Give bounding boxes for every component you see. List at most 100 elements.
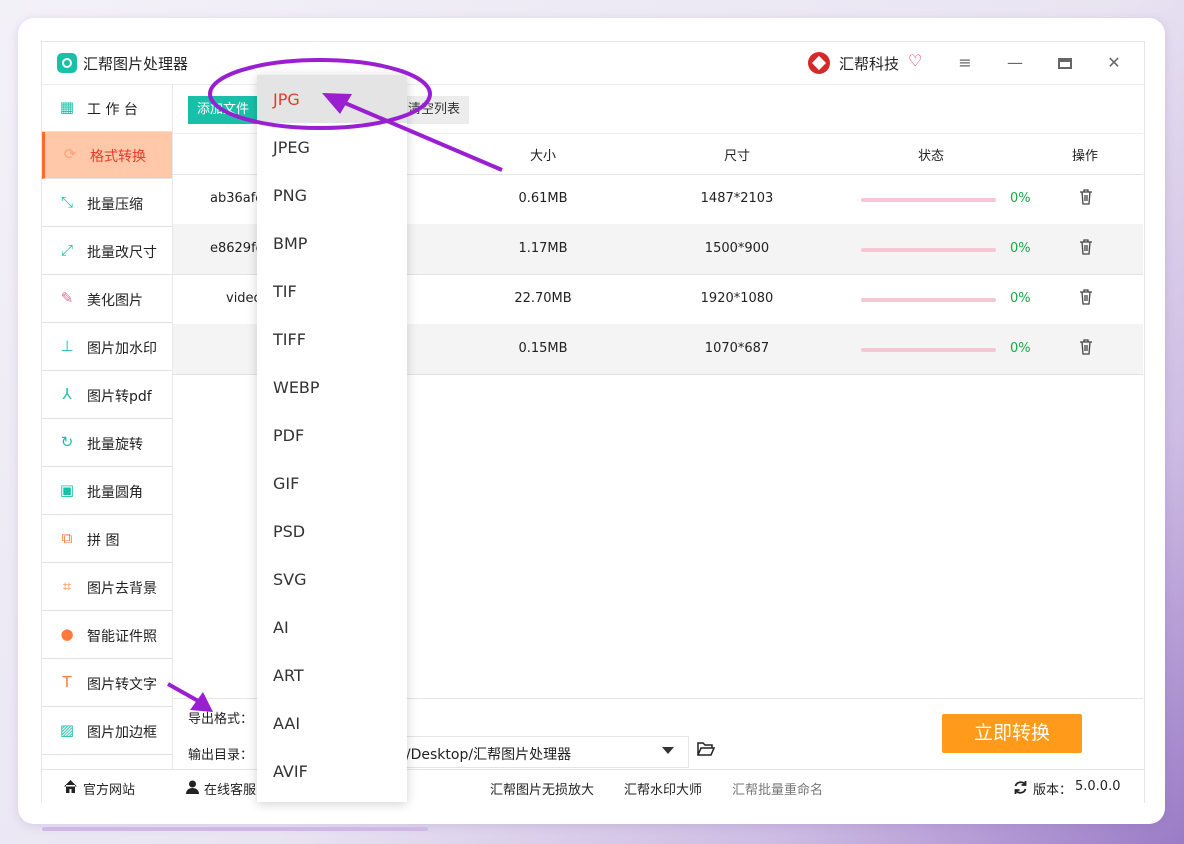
convert-icon: ⟳ (63, 145, 77, 163)
format-option-label: BMP (273, 234, 308, 253)
format-option-bmp[interactable]: BMP (257, 219, 407, 267)
sidebar-item-label: 图片转文字 (87, 677, 157, 693)
file-dimensions: 1487*2103 (700, 191, 774, 206)
format-option-art[interactable]: ART (257, 651, 407, 699)
format-option-label: PDF (273, 426, 305, 445)
trash-icon[interactable] (1079, 239, 1093, 255)
sidebar-item-label: 批量圆角 (87, 485, 143, 501)
folder-open-icon[interactable] (697, 742, 715, 756)
online-support-link[interactable]: 在线客服 (204, 779, 256, 798)
puzzle-icon: ⧉ (61, 529, 73, 547)
progress-percent: 0% (1010, 191, 1031, 206)
official-website-link[interactable]: 官方网站 (83, 779, 135, 798)
format-option-label: TIFF (273, 330, 306, 349)
convert-now-button[interactable]: 立即转换 (942, 714, 1082, 753)
format-option-png[interactable]: PNG (257, 171, 407, 219)
format-option-psd[interactable]: PSD (257, 507, 407, 555)
home-icon (64, 780, 77, 793)
resize-icon: ⤢ (60, 241, 73, 259)
rename-link[interactable]: 汇帮批量重命名 (732, 779, 823, 798)
refresh-icon[interactable] (1013, 780, 1028, 795)
format-option-tif[interactable]: TIF (257, 267, 407, 315)
format-option-aai[interactable]: AAI (257, 699, 407, 747)
sidebar-item-id-photo[interactable]: ● 智能证件照 (42, 612, 172, 659)
format-option-webp[interactable]: WEBP (257, 363, 407, 411)
support-icon (186, 780, 199, 794)
format-option-ai[interactable]: AI (257, 603, 407, 651)
sidebar-item-resize[interactable]: ⤢ 批量改尺寸 (42, 228, 172, 275)
clear-list-button[interactable]: 清空列表 (399, 96, 470, 124)
text-icon: T (62, 673, 72, 691)
format-option-label: JPG (273, 90, 300, 109)
output-dir-value: 3/Desktop/汇帮图片处理器 (397, 747, 572, 763)
sidebar-item-rotate[interactable]: ↻ 批量旋转 (42, 420, 172, 467)
format-option-label: TIF (273, 282, 297, 301)
file-size: 1.17MB (518, 241, 568, 256)
vip-heart-icon[interactable]: ♡ (908, 52, 926, 70)
format-option-gif[interactable]: GIF (257, 459, 407, 507)
format-option-jpg[interactable]: JPG (257, 75, 407, 123)
sidebar-item-compress[interactable]: ⤡ 批量压缩 (42, 180, 172, 227)
horizontal-scroll-indicator (42, 827, 428, 831)
format-option-label: AI (273, 618, 289, 637)
stamp-icon: ⊥ (60, 337, 74, 355)
progress-bar (861, 198, 996, 202)
brand-logo-icon (808, 52, 830, 74)
sidebar-item-workbench[interactable]: ▦ 工 作 台 (42, 85, 172, 132)
maximize-button[interactable] (1052, 50, 1078, 76)
header-actions: 操作 (1071, 149, 1099, 164)
app-window: 汇帮图片处理器 汇帮科技 ♡ ≡ — ✕ ▦ 工 作 台 ⟳ 格式转换 ⤡ 批量… (41, 41, 1145, 803)
format-dropdown-menu: JPG JPEG PNG BMP TIF TIFF WEBP PDF GIF P… (257, 75, 407, 802)
sidebar-item-label: 图片转pdf (87, 389, 152, 405)
format-option-label: AVIF (273, 762, 308, 781)
version-value: 5.0.0.0 (1075, 779, 1121, 794)
export-format-label: 导出格式： (188, 712, 254, 727)
progress-bar (861, 348, 996, 352)
sidebar-item-puzzle[interactable]: ⧉ 拼 图 (42, 516, 172, 563)
app-title: 汇帮图片处理器 (83, 55, 189, 73)
sidebar-item-label: 批量旋转 (87, 437, 143, 453)
format-option-label: WEBP (273, 378, 320, 397)
pdf-icon: ⅄ (62, 385, 72, 403)
format-option-avif[interactable]: AVIF (257, 747, 407, 795)
file-dimensions: 1920*1080 (700, 291, 774, 306)
add-files-button[interactable]: 添加文件 (188, 96, 259, 124)
sidebar-item-watermark[interactable]: ⊥ 图片加水印 (42, 324, 172, 371)
sidebar-item-label: 工 作 台 (87, 102, 138, 118)
format-option-jpeg[interactable]: JPEG (257, 123, 407, 171)
sidebar-item-to-text[interactable]: T 图片转文字 (42, 660, 172, 707)
format-option-pdf[interactable]: PDF (257, 411, 407, 459)
format-option-label: PSD (273, 522, 306, 541)
progress-bar (861, 248, 996, 252)
trash-icon[interactable] (1079, 289, 1093, 305)
format-option-tiff[interactable]: TIFF (257, 315, 407, 363)
sidebar-item-remove-bg[interactable]: ⌗ 图片去背景 (42, 564, 172, 611)
brand-name: 汇帮科技 (839, 55, 900, 73)
format-option-label: PNG (273, 186, 308, 205)
grid-icon: ▦ (59, 98, 75, 116)
sidebar-item-label: 拼 图 (87, 533, 120, 549)
minimize-button[interactable]: — (1002, 50, 1028, 76)
compress-icon: ⤡ (60, 193, 73, 211)
chevron-down-icon[interactable] (662, 747, 674, 754)
crop-icon: ⌗ (62, 577, 72, 595)
sidebar-item-border[interactable]: ▨ 图片加边框 (42, 708, 172, 755)
header-dimensions: 尺寸 (723, 149, 751, 164)
trash-icon[interactable] (1079, 189, 1093, 205)
close-button[interactable]: ✕ (1101, 50, 1127, 76)
sidebar-item-format-convert[interactable]: ⟳ 格式转换 (42, 132, 172, 179)
sidebar-item-round-corner[interactable]: ▣ 批量圆角 (42, 468, 172, 515)
version-label: 版本： (1033, 783, 1073, 798)
image-icon: ▣ (59, 481, 75, 499)
trash-icon[interactable] (1079, 339, 1093, 355)
menu-button[interactable]: ≡ (952, 50, 978, 76)
sidebar-item-to-pdf[interactable]: ⅄ 图片转pdf (42, 372, 172, 419)
sidebar-item-beautify[interactable]: ✎ 美化图片 (42, 276, 172, 323)
file-size: 0.15MB (518, 341, 568, 356)
format-option-label: ART (273, 666, 304, 685)
upscale-link[interactable]: 汇帮图片无损放大 (490, 779, 594, 798)
frame-icon: ▨ (59, 721, 75, 739)
format-option-label: JPEG (273, 138, 310, 157)
watermark-link[interactable]: 汇帮水印大师 (624, 779, 702, 798)
format-option-svg[interactable]: SVG (257, 555, 407, 603)
